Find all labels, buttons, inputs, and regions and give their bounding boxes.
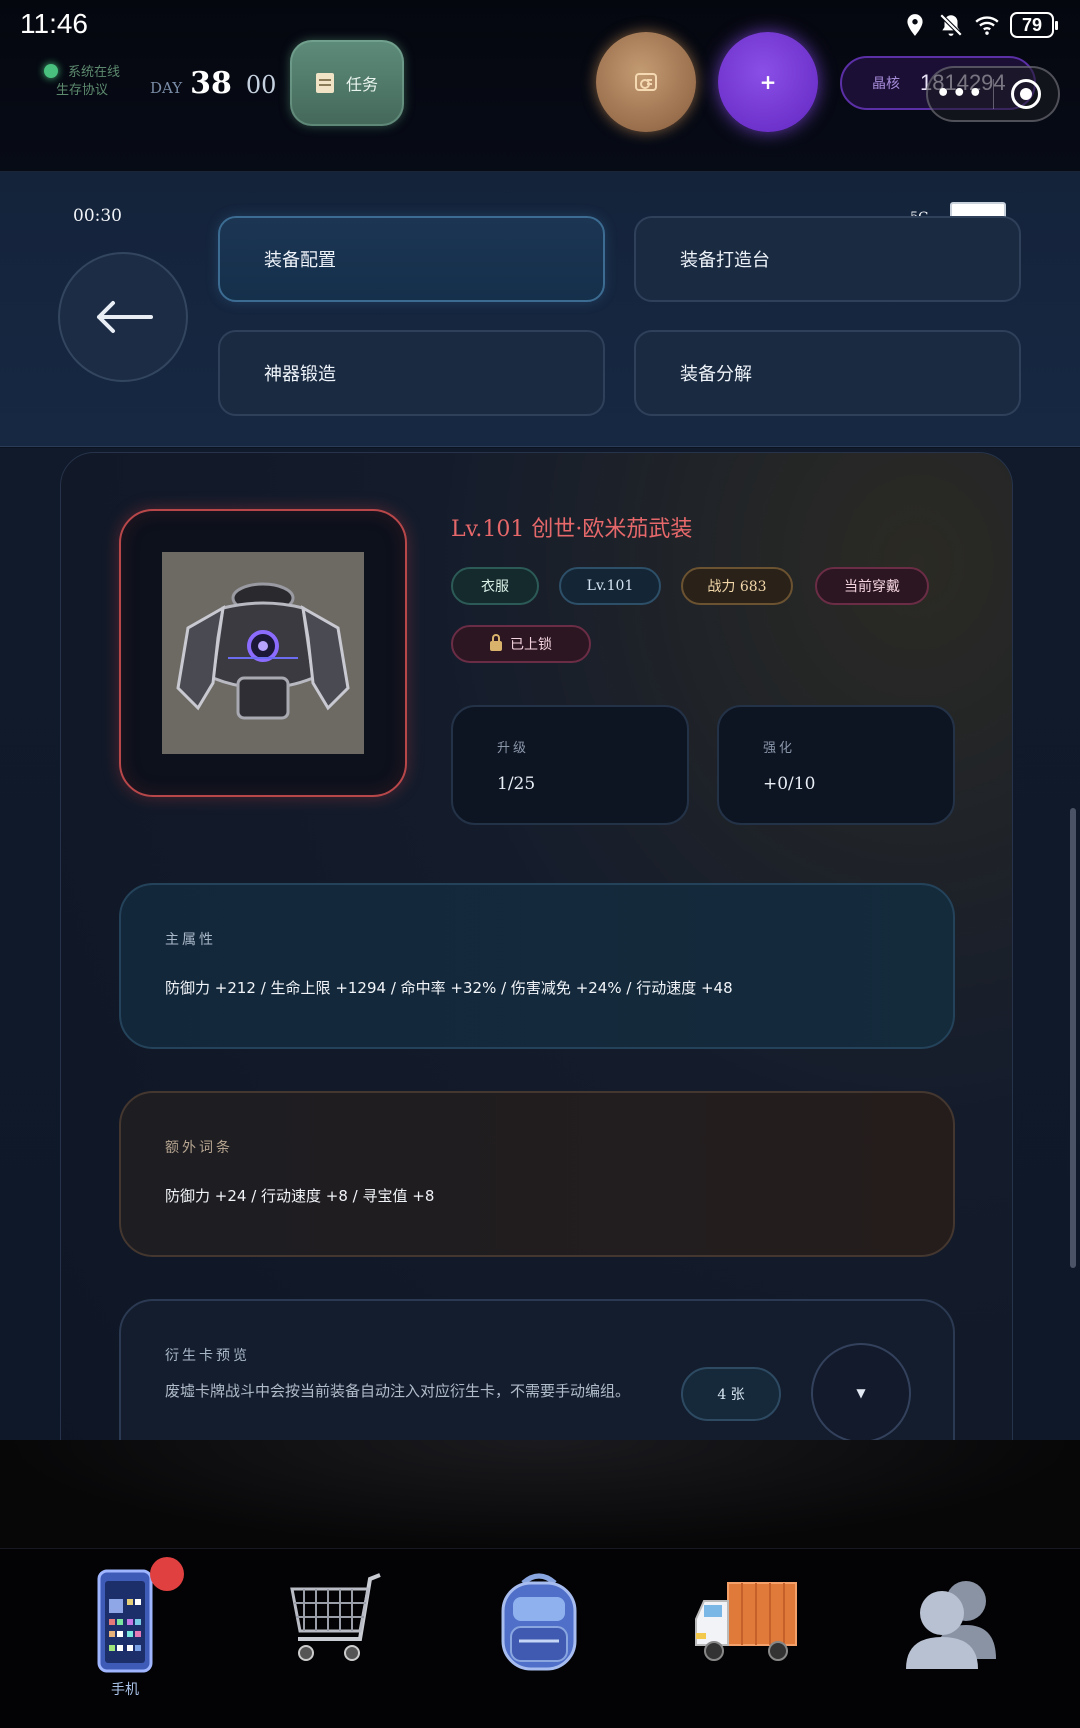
notification-badge (150, 1557, 184, 1591)
backpack-icon (501, 1573, 577, 1671)
main-attr-label: 主属性 (165, 932, 216, 948)
target-icon (1010, 79, 1041, 109)
enhance-label: 强化 (763, 741, 796, 756)
status-time: 11:46 (20, 8, 88, 39)
extra-attr-label: 额外词条 (165, 1140, 233, 1156)
system-status: 系统在线 生存协议 (44, 64, 120, 100)
background-band (0, 1440, 1080, 1548)
task-button[interactable]: 任务 (290, 40, 404, 126)
users-icon (906, 1581, 996, 1669)
more-button[interactable]: ••• (928, 68, 993, 120)
battery-indicator: 79 (1010, 12, 1058, 38)
upgrade-value: 1/25 (497, 774, 536, 794)
truck-icon (695, 1582, 797, 1661)
bottom-dock: 手机 (0, 1548, 1080, 1728)
main-attr-value: 防御力 +212 / 生命上限 +1294 / 命中率 +32% / 伤害减免 … (165, 979, 733, 997)
tag-equipped: 当前穿戴 (815, 567, 929, 605)
tab-artifact-forge[interactable]: 神器锻造 (218, 330, 605, 416)
item-detail-card: Lv.101 创世·欧米茄武装 衣服 Lv.101 战力 683 当前穿戴 已上… (60, 452, 1013, 1440)
extra-attributes-panel: 额外词条 防御力 +24 / 行动速度 +8 / 寻宝值 +8 (119, 1091, 955, 1257)
upgrade-label: 升级 (497, 741, 530, 756)
upgrade-stat: 升级 1/25 (451, 705, 689, 825)
derived-cards-panel: 衍生卡预览 废墟卡牌战斗中会按当前装备自动注入对应衍生卡，不需要手动编组。 4 … (119, 1299, 955, 1440)
top-hud: 11:46 79 系统在线 生存协议 DAY 38 00 任务 + 晶核 181… (0, 0, 1080, 172)
location-icon (907, 14, 923, 36)
day-sub: 00 (245, 71, 277, 99)
main-attributes-panel: 主属性 防御力 +212 / 生命上限 +1294 / 命中率 +32% / 伤… (119, 883, 955, 1049)
expand-button[interactable]: ▼ (811, 1343, 911, 1440)
status-icons: 79 (902, 12, 1058, 38)
item-portrait[interactable] (119, 509, 407, 797)
scrollbar[interactable] (1070, 808, 1076, 1268)
day-label: DAY (150, 79, 183, 97)
tab-equipment-forge[interactable]: 装备打造台 (634, 216, 1021, 302)
mute-icon (939, 13, 963, 37)
radio-icon (635, 73, 657, 91)
lock-icon (490, 634, 502, 651)
crystal-label: 晶核 (872, 76, 900, 92)
wifi-icon (975, 16, 999, 35)
radio-button[interactable] (596, 32, 696, 132)
miniprogram-capsule: ••• (926, 66, 1060, 122)
equipment-nav: 00:30 5G 装备配置 装备打造台 神器锻造 装备分解 (0, 172, 1080, 447)
chevron-down-icon: ▼ (856, 1386, 866, 1400)
enhance-stat: 强化 +0/10 (717, 705, 955, 825)
dock-phone-label: 手机 (111, 1682, 139, 1698)
online-dot-icon (44, 64, 58, 78)
status-line-2: 生存协议 (56, 83, 109, 98)
dock-shop[interactable] (268, 1569, 398, 1709)
lock-toggle[interactable]: 已上锁 (451, 625, 591, 663)
derived-cards-desc: 废墟卡牌战斗中会按当前装备自动注入对应衍生卡，不需要手动编组。 (165, 1382, 631, 1400)
content-area: Lv.101 创世·欧米茄武装 衣服 Lv.101 战力 683 当前穿戴 已上… (0, 448, 1080, 1440)
tab-equipment-config[interactable]: 装备配置 (218, 216, 605, 302)
tag-slot: 衣服 (451, 567, 539, 605)
mech-armor-icon (176, 582, 350, 720)
extra-attr-value: 防御力 +24 / 行动速度 +8 / 寻宝值 +8 (165, 1187, 435, 1205)
close-miniprogram-button[interactable] (994, 79, 1059, 109)
nav-time: 00:30 (73, 206, 122, 226)
phone-icon (97, 1569, 153, 1673)
item-title: Lv.101 创世·欧米茄武装 (451, 517, 693, 542)
arrow-left-icon (97, 301, 153, 333)
tag-power: 战力 683 (681, 567, 793, 605)
status-line-1: 系统在线 (68, 65, 121, 80)
lock-label: 已上锁 (510, 637, 552, 653)
dock-backpack[interactable] (474, 1569, 604, 1709)
armor-image (162, 552, 364, 754)
day-value: 38 (190, 66, 232, 101)
day-counter: DAY 38 00 (150, 66, 276, 101)
dock-friends[interactable] (886, 1569, 1016, 1709)
tab-equipment-dismantle[interactable]: 装备分解 (634, 330, 1021, 416)
card-count-badge: 4 张 (681, 1367, 781, 1421)
add-button[interactable]: + (718, 32, 818, 132)
task-label: 任务 (345, 75, 378, 94)
enhance-value: +0/10 (763, 774, 816, 794)
clipboard-icon (315, 73, 334, 93)
tag-level: Lv.101 (559, 567, 661, 605)
shopping-cart-icon (290, 1573, 381, 1661)
back-button[interactable] (58, 252, 188, 382)
dock-delivery[interactable] (680, 1569, 810, 1709)
